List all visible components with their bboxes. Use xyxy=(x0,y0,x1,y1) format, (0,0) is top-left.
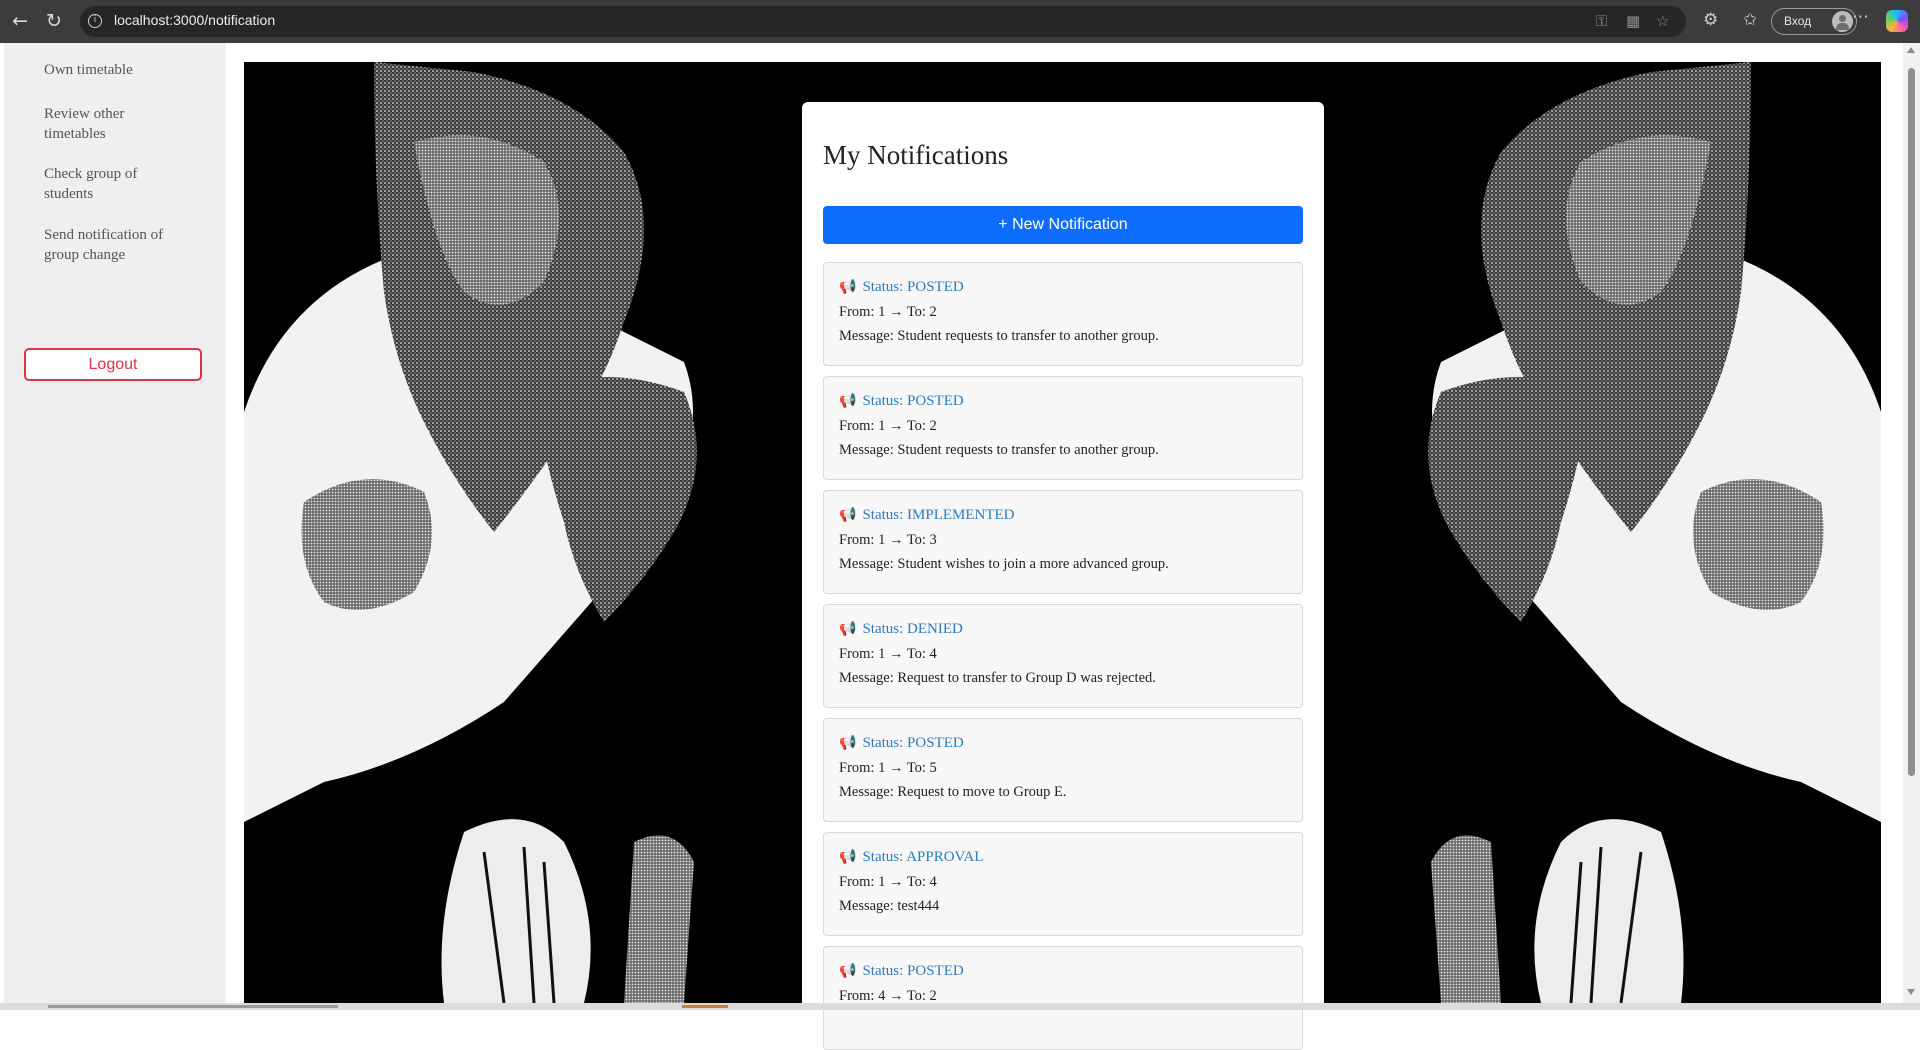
reload-icon[interactable]: ↻ xyxy=(42,9,66,33)
signin-button[interactable]: Вход xyxy=(1771,8,1857,35)
notification-item[interactable]: 📢 Status: IMPLEMENTED From: 1 → To: 3 Mes… xyxy=(823,490,1303,594)
notification-item[interactable]: 📢 Status: POSTED From: 1 → To: 2 Message:… xyxy=(823,262,1303,366)
notification-route: From: 1 → To: 4 xyxy=(839,874,937,890)
notification-message: Message: Request to transfer to Group D … xyxy=(839,670,1156,686)
url-text[interactable]: localhost:3000/notification xyxy=(114,12,275,28)
sidebar-item-send-notification[interactable]: Send notification of group change xyxy=(44,225,184,265)
megaphone-icon: 📢 xyxy=(839,393,857,409)
notification-item[interactable]: 📢 Status: POSTED From: 1 → To: 5 Message:… xyxy=(823,718,1303,822)
megaphone-icon: 📢 xyxy=(839,621,857,637)
notification-status: Status: POSTED xyxy=(862,735,964,751)
hscroll-thumb[interactable] xyxy=(48,1005,338,1008)
notification-message: Message: Student requests to transfer to… xyxy=(839,442,1159,458)
notification-message: Message: Request to move to Group E. xyxy=(839,784,1067,800)
copilot-icon[interactable] xyxy=(1886,10,1908,32)
notification-item[interactable]: 📢 Status: POSTED From: 4 → To: 2 xyxy=(823,946,1303,1050)
megaphone-icon: 📢 xyxy=(839,735,857,751)
notification-route: From: 1 → To: 3 xyxy=(839,532,937,548)
hscroll-marker xyxy=(682,1005,728,1008)
notification-item[interactable]: 📢 Status: APPROVAL From: 1 → To: 4 Messag… xyxy=(823,832,1303,936)
notification-status: Status: DENIED xyxy=(862,621,963,637)
notification-route: From: 1 → To: 4 xyxy=(839,646,937,662)
megaphone-icon: 📢 xyxy=(839,279,857,295)
back-icon[interactable]: ← xyxy=(8,9,32,33)
avatar-icon xyxy=(1832,11,1853,32)
notification-status: Status: POSTED xyxy=(862,963,964,979)
notification-status: Status: POSTED xyxy=(862,279,964,295)
notification-status: Status: IMPLEMENTED xyxy=(862,507,1015,523)
key-icon[interactable]: ⚿ xyxy=(1596,12,1607,30)
star-icon[interactable]: ☆ xyxy=(1656,12,1669,30)
page-title: My Notifications xyxy=(823,140,1009,170)
notification-message: Message: Student requests to transfer to… xyxy=(839,328,1159,344)
notification-message: Message: test444 xyxy=(839,898,940,914)
notification-route: From: 1 → To: 2 xyxy=(839,418,937,434)
sidebar-item-review-timetables[interactable]: Review other timetables xyxy=(44,104,154,144)
sidebar-item-own-timetable[interactable]: Own timetable xyxy=(44,60,194,80)
notifications-card: My Notifications + New Notification 📢 Sta… xyxy=(802,102,1324,1050)
notification-item[interactable]: 📢 Status: POSTED From: 1 → To: 2 Message:… xyxy=(823,376,1303,480)
sidebar: Own timetable Review other timetables Ch… xyxy=(4,43,226,1003)
megaphone-icon: 📢 xyxy=(839,849,857,865)
megaphone-icon: 📢 xyxy=(839,963,857,979)
app-icon[interactable]: ▦ xyxy=(1626,12,1640,30)
background-left-half xyxy=(244,62,697,1003)
more-icon[interactable]: ⋯ xyxy=(1852,7,1869,27)
sidebar-item-check-group[interactable]: Check group of students xyxy=(44,164,154,204)
main-content: My Notifications + New Notification 📢 Sta… xyxy=(226,43,1903,1050)
scroll-thumb[interactable] xyxy=(1908,68,1915,776)
notification-status: Status: POSTED xyxy=(862,393,964,409)
megaphone-icon: 📢 xyxy=(839,507,857,523)
notification-message: Message: Student wishes to join a more a… xyxy=(839,556,1169,572)
notification-route: From: 1 → To: 2 xyxy=(839,304,937,320)
notification-status: Status: APPROVAL xyxy=(862,849,984,865)
logout-button[interactable]: Logout xyxy=(24,348,202,381)
address-bar[interactable]: i localhost:3000/notification ⚿ ▦ ☆ xyxy=(80,6,1686,37)
extensions-icon[interactable]: ⚙ xyxy=(1703,10,1718,30)
scroll-down-icon[interactable] xyxy=(1907,989,1915,995)
new-notification-button[interactable]: + New Notification xyxy=(823,206,1303,244)
notification-item[interactable]: 📢 Status: DENIED From: 1 → To: 4 Message:… xyxy=(823,604,1303,708)
signin-label: Вход xyxy=(1784,14,1812,28)
browser-toolbar: ← ↻ i localhost:3000/notification ⚿ ▦ ☆ … xyxy=(0,0,1920,43)
background-right-half xyxy=(1428,62,1881,1003)
favorites-icon[interactable]: ✩ xyxy=(1743,10,1757,30)
vertical-scrollbar[interactable] xyxy=(1903,43,1920,1003)
notification-route: From: 1 → To: 5 xyxy=(839,760,937,776)
horizontal-scrollbar[interactable] xyxy=(0,1003,1920,1010)
info-icon[interactable]: i xyxy=(88,14,102,28)
scroll-up-icon[interactable] xyxy=(1907,47,1915,53)
